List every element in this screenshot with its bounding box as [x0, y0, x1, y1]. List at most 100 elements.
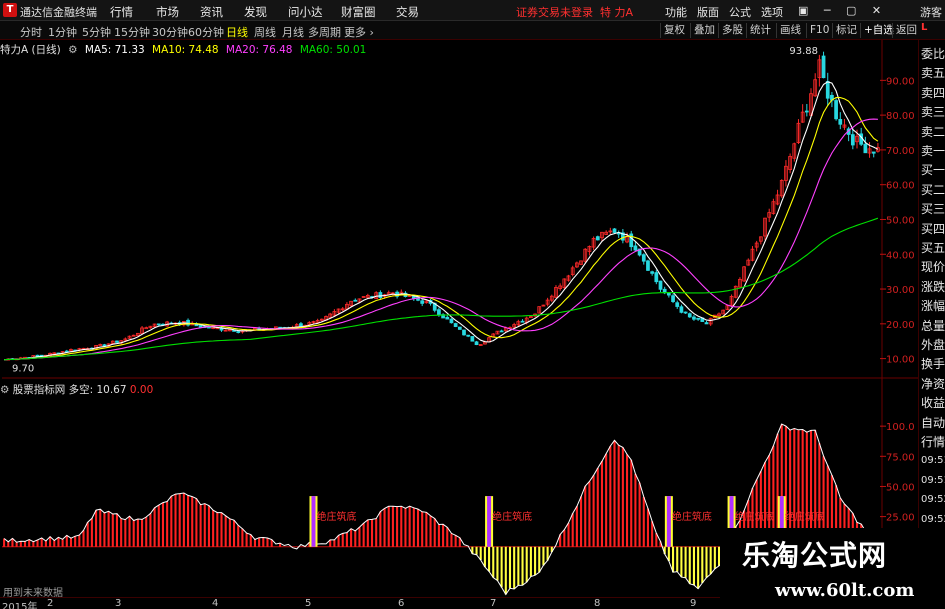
adjust-button[interactable]: 复权 — [660, 23, 688, 38]
date-tick-label: 9 — [690, 598, 697, 609]
candle-body — [641, 254, 646, 262]
candle-body — [646, 260, 650, 271]
back-button[interactable]: 返回 — [892, 23, 920, 38]
moving-average-lines — [4, 81, 879, 361]
low-price-label: 9.70 — [12, 364, 34, 375]
menu-quotes[interactable]: 行情 — [110, 4, 133, 20]
menu-trade[interactable]: 交易 — [396, 4, 419, 20]
period-monthly[interactable]: 月线 — [282, 24, 304, 40]
chart-annotations: 93.88 9.70 — [12, 46, 818, 375]
candle-body — [156, 323, 161, 326]
period-weekly[interactable]: 周线 — [254, 24, 276, 40]
candle-body — [633, 245, 638, 251]
candle-body — [453, 323, 458, 327]
indicator-tick-label: 75.00 — [886, 452, 915, 463]
date-tick-label: 5 — [305, 598, 312, 609]
side-panel-item: 现价 — [921, 260, 945, 275]
candle-body — [679, 306, 684, 313]
menu-news[interactable]: 资讯 — [200, 4, 223, 20]
watermark-title: 乐淘公式网 — [742, 539, 888, 572]
period-toolbar: 分时 1分钟 5分钟 15分钟 30分钟 60分钟 日线 周线 月线 多周期 更… — [0, 21, 945, 40]
candle-body — [825, 81, 830, 99]
date-tick-label: 8 — [594, 598, 601, 609]
period-daily[interactable]: 日线 — [226, 24, 248, 40]
period-15min[interactable]: 15分钟 — [114, 24, 150, 40]
side-panel-item: 买一 — [921, 163, 945, 178]
settings-icon[interactable]: ⚙ — [0, 384, 9, 396]
kline-chart[interactable]: 90.00 80.00 70.00 60.00 50.00 40.00 30.00 20.00… — [0, 40, 918, 597]
candle-body — [675, 302, 680, 307]
menu-ask[interactable]: 问小达 — [288, 4, 323, 20]
mark-button[interactable]: 标记 — [832, 23, 860, 38]
window-controls[interactable]: ▣ ─ ▢ ✕ — [798, 4, 887, 17]
menu-layout[interactable]: 版面 — [697, 4, 719, 20]
watermark: 乐淘公式网 www.60lt.com — [720, 528, 945, 609]
candle-body — [863, 143, 868, 154]
candle-body — [520, 320, 525, 323]
main-chart-header: 特力A (日线) ⚙ MA5: 71.33 MA10: 74.48 MA20: … — [0, 42, 370, 56]
candle-body — [102, 344, 107, 347]
watermark-url: www.60lt.com — [775, 580, 915, 601]
signal-label: 绝庄筑底 — [785, 510, 825, 523]
period-multi[interactable]: 多周期 — [308, 24, 341, 40]
period-60min[interactable]: 60分钟 — [188, 24, 224, 40]
multi-stock-button[interactable]: 多股 — [718, 23, 746, 38]
menu-market[interactable]: 市场 — [156, 4, 179, 20]
period-30min[interactable]: 30分钟 — [152, 24, 188, 40]
indicator-value2: 0.00 — [129, 384, 154, 396]
candle-body — [474, 341, 479, 346]
side-panel-item: 买二 — [921, 182, 945, 197]
side-panel-item: 09:52 — [921, 494, 945, 506]
signal-label: 绝庄筑底 — [672, 510, 712, 523]
overlay-button[interactable]: 叠加 — [690, 23, 718, 38]
side-panel-item: 涨跌 — [921, 279, 945, 294]
period-timeshare[interactable]: 分时 — [20, 24, 42, 40]
price-tick-label: 80.00 — [886, 111, 915, 122]
draw-button[interactable]: 画线 — [776, 23, 804, 38]
price-axis: 90.00 80.00 70.00 60.00 50.00 40.00 30.00 20.00… — [880, 76, 915, 366]
side-panel-item: 收益 — [921, 396, 945, 411]
chevron-right-icon: › — [369, 26, 374, 39]
candle-body — [466, 334, 471, 337]
menu-formula[interactable]: 公式 — [729, 4, 751, 20]
period-more[interactable]: 更多 › — [344, 24, 374, 40]
menu-discover[interactable]: 发现 — [244, 4, 267, 20]
f10-button[interactable]: F10 — [806, 23, 832, 38]
candle-body — [696, 317, 700, 320]
side-panel-item: 09:51 — [921, 474, 945, 486]
indicator-header: ⚙ 股票指标网 多空: 10.67 0.00 — [0, 382, 153, 396]
date-tick-label: 4 — [212, 598, 219, 609]
candle-body — [704, 322, 709, 325]
menu-wealth[interactable]: 财富圈 — [341, 4, 376, 20]
candle-body — [671, 295, 675, 303]
menu-function[interactable]: 功能 — [665, 4, 687, 20]
period-1min[interactable]: 1分钟 — [48, 24, 77, 40]
date-tick-label: 3 — [115, 598, 122, 609]
candle-body — [420, 300, 425, 304]
period-5min[interactable]: 5分钟 — [82, 24, 111, 40]
settings-icon[interactable]: ⚙ — [68, 44, 77, 56]
side-panel-item[interactable]: 自动 — [921, 415, 945, 431]
candle-body — [650, 271, 655, 274]
candle-body — [692, 316, 696, 320]
side-panel-item[interactable]: 行情 — [921, 434, 945, 450]
stats-button[interactable]: 统计 — [746, 23, 774, 38]
candle-body — [353, 299, 358, 302]
ma60-label: MA60: 50.01 — [299, 44, 367, 56]
indicator-tick-label: 25.00 — [886, 513, 915, 524]
candle-body — [804, 110, 809, 113]
candle-body — [821, 55, 826, 79]
indicator-tick-label: 50.00 — [886, 482, 915, 493]
price-tick-label: 10.00 — [886, 355, 915, 366]
stock-name: 特力A (日线) — [0, 44, 61, 56]
candle-body — [612, 228, 617, 233]
date-tick-label: 2 — [47, 598, 54, 609]
signal-column-inner — [666, 496, 671, 547]
side-panel-item: 买三 — [921, 202, 945, 217]
guest-label[interactable]: 游客 — [920, 4, 942, 20]
menu-options[interactable]: 选项 — [761, 4, 783, 20]
signal-label: 绝庄筑底 — [492, 510, 532, 523]
app-logo-icon: T — [3, 3, 17, 17]
candle-body — [236, 331, 241, 333]
candle-body — [115, 340, 119, 343]
